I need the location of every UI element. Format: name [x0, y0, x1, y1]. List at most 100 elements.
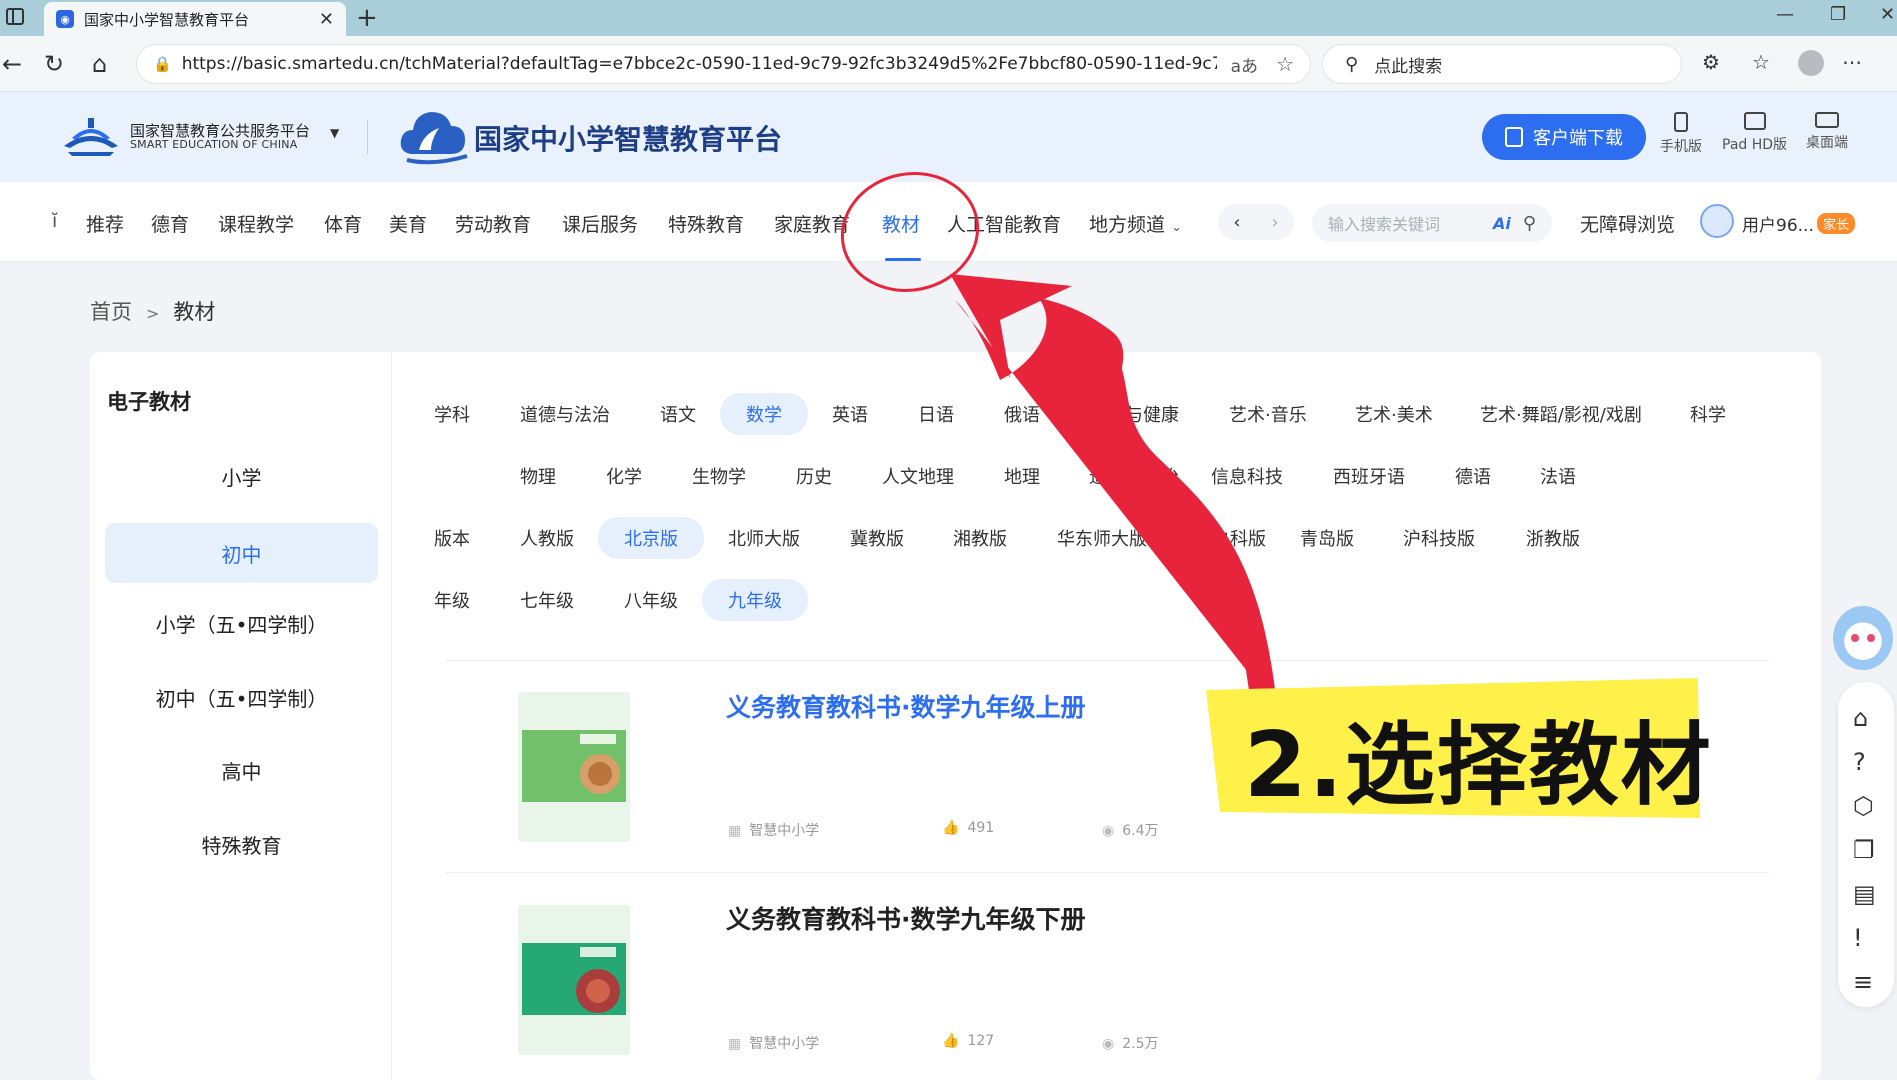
copy-icon[interactable]: ❐ — [1853, 836, 1875, 864]
subject-chip[interactable]: 艺术·音乐 — [1229, 401, 1307, 427]
favorites-icon[interactable]: ☆ — [1752, 50, 1770, 74]
subject-chip[interactable]: 道德与法治 — [1089, 463, 1179, 489]
close-tab-icon[interactable]: ✕ — [319, 9, 334, 30]
version-chip[interactable]: 浙教版 — [1526, 525, 1580, 551]
chevron-right-icon[interactable]: › — [1271, 212, 1278, 233]
subject-chip[interactable]: 体育与健康 — [1089, 401, 1179, 427]
help-icon[interactable]: ? — [1853, 748, 1866, 776]
version-chip[interactable]: 鲁科版 — [1212, 525, 1266, 551]
subject-chip-selected[interactable]: 数学 — [720, 393, 808, 435]
assistant-mascot-icon[interactable] — [1833, 606, 1893, 670]
restore-icon[interactable]: ❐ — [1830, 4, 1846, 25]
level-junior[interactable]: 初中 — [105, 523, 378, 583]
version-chip[interactable]: 沪科技版 — [1403, 525, 1475, 551]
level-junior-54[interactable]: 初中（五•四学制） — [105, 667, 378, 727]
nav-item-afterschool[interactable]: 课后服务 — [562, 210, 638, 237]
brand-title[interactable]: 国家中小学智慧教育平台 — [474, 118, 782, 158]
nav-item-recommend[interactable]: 推荐 — [86, 210, 124, 237]
device-desktop[interactable]: 桌面端 — [1806, 112, 1848, 152]
favorite-star-icon[interactable]: ☆ — [1276, 52, 1294, 76]
subject-chip[interactable]: 信息科技 — [1211, 463, 1283, 489]
nav-item-family[interactable]: 家庭教育 — [774, 210, 850, 237]
nav-item-labor[interactable]: 劳动教育 — [455, 210, 531, 237]
version-chip[interactable]: 北师大版 — [728, 525, 800, 551]
grade-chip[interactable]: 七年级 — [520, 587, 574, 613]
nav-item-moral[interactable]: 德育 — [151, 210, 189, 237]
subject-chip[interactable]: 日语 — [918, 401, 954, 427]
user-avatar[interactable] — [1700, 204, 1734, 238]
subject-chip[interactable]: 地理 — [1004, 463, 1040, 489]
device-pad[interactable]: Pad HD版 — [1722, 112, 1787, 154]
gov-platform-logo-icon[interactable] — [62, 116, 120, 156]
book-title-link[interactable]: 义务教育教科书·数学九年级下册 — [726, 900, 1086, 936]
ai-search-icon[interactable]: Ai — [1493, 214, 1511, 233]
subject-chip[interactable]: 艺术·美术 — [1355, 401, 1433, 427]
nav-item-special[interactable]: 特殊教育 — [668, 210, 744, 237]
subject-chip[interactable]: 科学 — [1690, 401, 1726, 427]
grade-chip[interactable]: 八年级 — [624, 587, 678, 613]
reload-icon[interactable]: ↻ — [44, 50, 64, 78]
nav-item-local-channel[interactable]: 地方频道 ⌄ — [1089, 210, 1182, 237]
url-bar[interactable]: 🔒 https://basic.smartedu.cn/tchMaterial?… — [136, 44, 1311, 84]
version-chip[interactable]: 冀教版 — [850, 525, 904, 551]
list-icon[interactable]: ≡ — [1853, 968, 1873, 996]
book-cover-image[interactable] — [518, 692, 630, 842]
browser-tab[interactable]: ◉ 国家中小学智慧教育平台 ✕ — [44, 2, 346, 36]
subject-chip[interactable]: 语文 — [660, 401, 696, 427]
nav-scroll-indicator-icon[interactable]: ĭ — [52, 210, 57, 232]
subject-chip[interactable]: 西班牙语 — [1333, 463, 1405, 489]
accessibility-link[interactable]: 无障碍浏览 — [1580, 210, 1675, 237]
nav-item-pe[interactable]: 体育 — [324, 210, 362, 237]
subject-chip[interactable]: 德语 — [1455, 463, 1491, 489]
user-name[interactable]: 用户96... — [1742, 211, 1814, 236]
keyword-search-input[interactable]: 输入搜索关键词 Ai ⚲ — [1312, 204, 1552, 242]
feedback-icon[interactable]: ! — [1853, 924, 1863, 952]
subject-chip[interactable]: 物理 — [520, 463, 556, 489]
new-tab-icon[interactable]: + — [356, 3, 378, 33]
device-mobile[interactable]: 手机版 — [1660, 112, 1702, 156]
document-icon[interactable]: ▤ — [1853, 880, 1876, 908]
level-senior[interactable]: 高中 — [105, 740, 378, 800]
back-icon[interactable]: ← — [2, 50, 22, 78]
subject-chip[interactable]: 俄语 — [1004, 401, 1040, 427]
subject-chip[interactable]: 化学 — [606, 463, 642, 489]
chevron-left-icon[interactable]: ‹ — [1233, 212, 1240, 233]
smartedu-cloud-logo-icon[interactable] — [397, 106, 469, 166]
version-chip[interactable]: 人教版 — [520, 525, 574, 551]
version-chip[interactable]: 湘教版 — [953, 525, 1007, 551]
nav-item-ai-education[interactable]: 人工智能教育 — [947, 210, 1061, 237]
level-special[interactable]: 特殊教育 — [105, 814, 378, 874]
book-cover-image[interactable] — [518, 905, 630, 1055]
nav-item-textbooks[interactable]: 教材 — [882, 210, 920, 237]
subject-chip[interactable]: 人文地理 — [882, 463, 954, 489]
book-title-link[interactable]: 义务教育教科书·数学九年级上册 — [726, 688, 1086, 724]
chevron-down-icon[interactable]: ▼ — [330, 126, 339, 140]
profile-avatar[interactable] — [1798, 50, 1824, 76]
version-chip[interactable]: 青岛版 — [1300, 525, 1354, 551]
search-icon[interactable]: ⚲ — [1523, 213, 1536, 234]
home-icon[interactable]: ⌂ — [1853, 704, 1868, 732]
breadcrumb-home[interactable]: 首页 — [90, 300, 132, 324]
nav-item-aesthetic[interactable]: 美育 — [389, 210, 427, 237]
level-primary[interactable]: 小学 — [105, 446, 378, 506]
subject-chip[interactable]: 生物学 — [692, 463, 746, 489]
more-menu-icon[interactable]: ⋯ — [1842, 50, 1862, 74]
version-chip-selected[interactable]: 北京版 — [598, 517, 704, 559]
lock-icon[interactable]: 🔒 — [153, 55, 172, 73]
subject-chip[interactable]: 历史 — [796, 463, 832, 489]
subject-chip[interactable]: 艺术·舞蹈/影视/戏剧 — [1480, 401, 1642, 427]
subject-chip[interactable]: 英语 — [832, 401, 868, 427]
sidebar-toggle-icon[interactable] — [6, 8, 24, 25]
version-chip[interactable]: 华东师大版 — [1057, 525, 1147, 551]
level-primary-54[interactable]: 小学（五•四学制） — [105, 593, 378, 653]
read-aloud-icon[interactable]: aあ — [1231, 52, 1258, 77]
subject-chip[interactable]: 道德与法治 — [520, 401, 610, 427]
extensions-icon[interactable]: ⚙ — [1702, 50, 1720, 74]
cube-icon[interactable]: ⬡ — [1853, 792, 1874, 820]
close-window-icon[interactable]: ✕ — [1880, 4, 1895, 25]
grade-chip-selected[interactable]: 九年级 — [702, 579, 808, 621]
browser-search-box[interactable]: ⚲ 点此搜索 — [1322, 44, 1682, 84]
subject-chip[interactable]: 法语 — [1540, 463, 1576, 489]
home-icon[interactable]: ⌂ — [92, 50, 107, 78]
nav-item-courses[interactable]: 课程教学 — [218, 210, 294, 237]
